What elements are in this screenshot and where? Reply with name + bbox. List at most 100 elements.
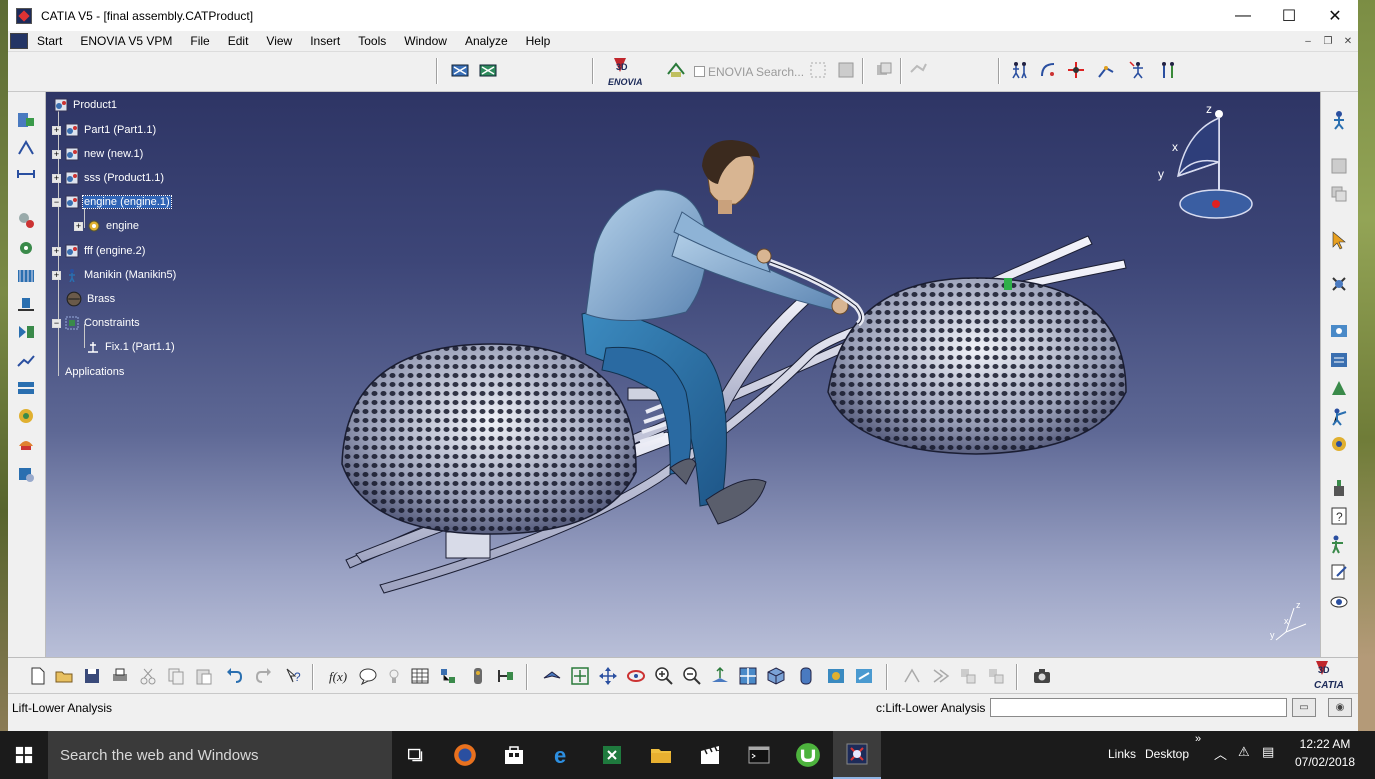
clash-analysis-icon[interactable] [16, 406, 36, 426]
menu-edit[interactable]: Edit [219, 34, 258, 48]
tree-node-new[interactable]: + new (new.1) [52, 145, 144, 163]
product-structure-tools-icon[interactable] [438, 666, 458, 686]
play-simulation-icon[interactable] [16, 322, 36, 342]
taskbar-clock[interactable]: 12:22 AM 07/02/2018 [1290, 735, 1360, 771]
posture-editor-icon[interactable] [1329, 378, 1349, 398]
action-center-icon[interactable]: ▤ [1262, 744, 1274, 760]
tree-node-manikin[interactable]: + Manikin (Manikin5) [52, 266, 177, 284]
view-compass[interactable]: z x y [1158, 102, 1253, 219]
minimize-button[interactable]: — [1220, 0, 1266, 31]
show-hidden-icons-icon[interactable]: ︿ [1214, 744, 1227, 763]
formula-icon[interactable]: f(x) [328, 666, 348, 686]
simulation-player-icon[interactable] [16, 266, 36, 286]
space-analysis-icon[interactable] [1329, 274, 1349, 294]
compass-manipulation-icon[interactable] [1066, 60, 1086, 80]
shading-icon[interactable] [796, 666, 816, 686]
catia-app-icon[interactable] [16, 7, 32, 24]
doc-restore-button[interactable]: ❐ [1320, 33, 1336, 49]
close-button[interactable]: ✕ [1312, 0, 1358, 31]
sequence-icon[interactable] [16, 378, 36, 398]
expand-toggle[interactable]: + [52, 173, 61, 183]
fly-mode-icon[interactable] [542, 666, 562, 686]
hide-show-icon[interactable] [826, 666, 846, 686]
constraints-tool-icon[interactable] [496, 666, 516, 686]
firefox-icon[interactable] [441, 731, 489, 779]
edge-icon[interactable]: e [539, 731, 587, 779]
measure-item-icon[interactable] [16, 164, 36, 184]
vision-window-icon[interactable] [1329, 322, 1349, 342]
tree-node-brass[interactable]: Brass [66, 290, 116, 308]
expand-toggle[interactable]: + [52, 270, 61, 280]
menu-start[interactable]: Start [28, 34, 71, 48]
menu-enovia[interactable]: ENOVIA V5 VPM [71, 34, 181, 48]
task-view-icon[interactable] [392, 731, 440, 779]
tree-node-product1[interactable]: Product1 [54, 96, 118, 114]
open-file-icon[interactable] [54, 666, 74, 686]
network-icon[interactable]: ⚠ [1238, 744, 1250, 760]
camera-capture-icon[interactable] [1032, 666, 1052, 686]
pan-icon[interactable] [598, 666, 618, 686]
expand-toggle[interactable]: + [52, 246, 61, 256]
multi-view-icon[interactable] [738, 666, 758, 686]
manikin-reach-icon[interactable] [1329, 534, 1349, 554]
track-icon[interactable] [16, 350, 36, 370]
document-menu-icon[interactable] [10, 33, 28, 49]
menu-help[interactable]: Help [517, 34, 560, 48]
movie-maker-icon[interactable] [686, 731, 734, 779]
tree-node-fix1[interactable]: Fix.1 (Part1.1) [86, 338, 176, 356]
fit-all-in-icon[interactable] [570, 666, 590, 686]
print-icon[interactable] [110, 666, 130, 686]
switch-design-mode-icon[interactable] [450, 60, 470, 80]
rula-analysis-icon[interactable] [16, 464, 36, 484]
menu-window[interactable]: Window [395, 34, 456, 48]
vision-icon[interactable] [1329, 592, 1349, 612]
left-dome[interactable] [341, 343, 637, 535]
expand-toggle[interactable]: + [52, 149, 61, 159]
expand-toggle[interactable]: + [74, 221, 83, 231]
store-icon[interactable] [490, 731, 538, 779]
anthropometry-editor-icon[interactable] [1329, 350, 1349, 370]
menu-analyze[interactable]: Analyze [456, 34, 517, 48]
collapse-toggle[interactable]: − [52, 197, 61, 207]
catalog-browser-icon[interactable] [16, 110, 36, 130]
power-input-field[interactable] [990, 698, 1287, 717]
tree-node-part1[interactable]: + Part1 (Part1.1) [52, 121, 157, 139]
expand-toggle[interactable]: + [52, 125, 61, 135]
enovia-search-checkbox[interactable] [694, 66, 705, 77]
tree-node-sss[interactable]: + sss (Product1.1) [52, 169, 165, 187]
inverse-kinematics-icon[interactable] [1128, 60, 1148, 80]
walk-simulation-icon[interactable] [16, 294, 36, 314]
tree-node-constraints[interactable]: − Constraints [52, 314, 141, 332]
tree-node-fff[interactable]: + fff (engine.2) [52, 242, 146, 260]
tree-node-applications[interactable]: Applications [64, 363, 125, 381]
windows-start-button[interactable] [0, 731, 48, 779]
measure-between-icon[interactable] [16, 138, 36, 158]
swap-visible-space-icon[interactable] [854, 666, 874, 686]
normal-view-icon[interactable] [710, 666, 730, 686]
new-file-icon[interactable] [28, 666, 48, 686]
rotate-icon[interactable] [626, 666, 646, 686]
tree-node-engine-part[interactable]: + engine [74, 217, 140, 235]
menu-tools[interactable]: Tools [349, 34, 395, 48]
segment-angles-icon[interactable] [1096, 60, 1116, 80]
undo-icon[interactable] [224, 666, 244, 686]
save-icon[interactable] [82, 666, 102, 686]
doc-minimize-button[interactable]: – [1300, 33, 1316, 49]
links-toolbar[interactable]: Links [1108, 747, 1136, 761]
whats-this-icon[interactable]: ? [284, 666, 304, 686]
comment-icon[interactable] [358, 666, 378, 686]
desktop-toolbar[interactable]: Desktop [1145, 747, 1189, 761]
reach-envelope-icon[interactable] [1038, 60, 1058, 80]
menu-file[interactable]: File [181, 34, 218, 48]
collapse-toggle[interactable]: − [52, 318, 61, 328]
toolbar-overflow-chevron-icon[interactable]: » [1195, 733, 1201, 745]
help-icon[interactable]: ? [1329, 506, 1349, 526]
edit-note-icon[interactable] [1329, 562, 1349, 582]
excel-icon[interactable] [588, 731, 636, 779]
fast-multi-instantiation-icon[interactable] [468, 666, 488, 686]
zoom-out-icon[interactable] [682, 666, 702, 686]
manikin-settings-icon[interactable] [16, 238, 36, 258]
manikin-posture-icon[interactable] [1010, 60, 1030, 80]
reach-icon[interactable] [1329, 406, 1349, 426]
menu-insert[interactable]: Insert [301, 34, 349, 48]
